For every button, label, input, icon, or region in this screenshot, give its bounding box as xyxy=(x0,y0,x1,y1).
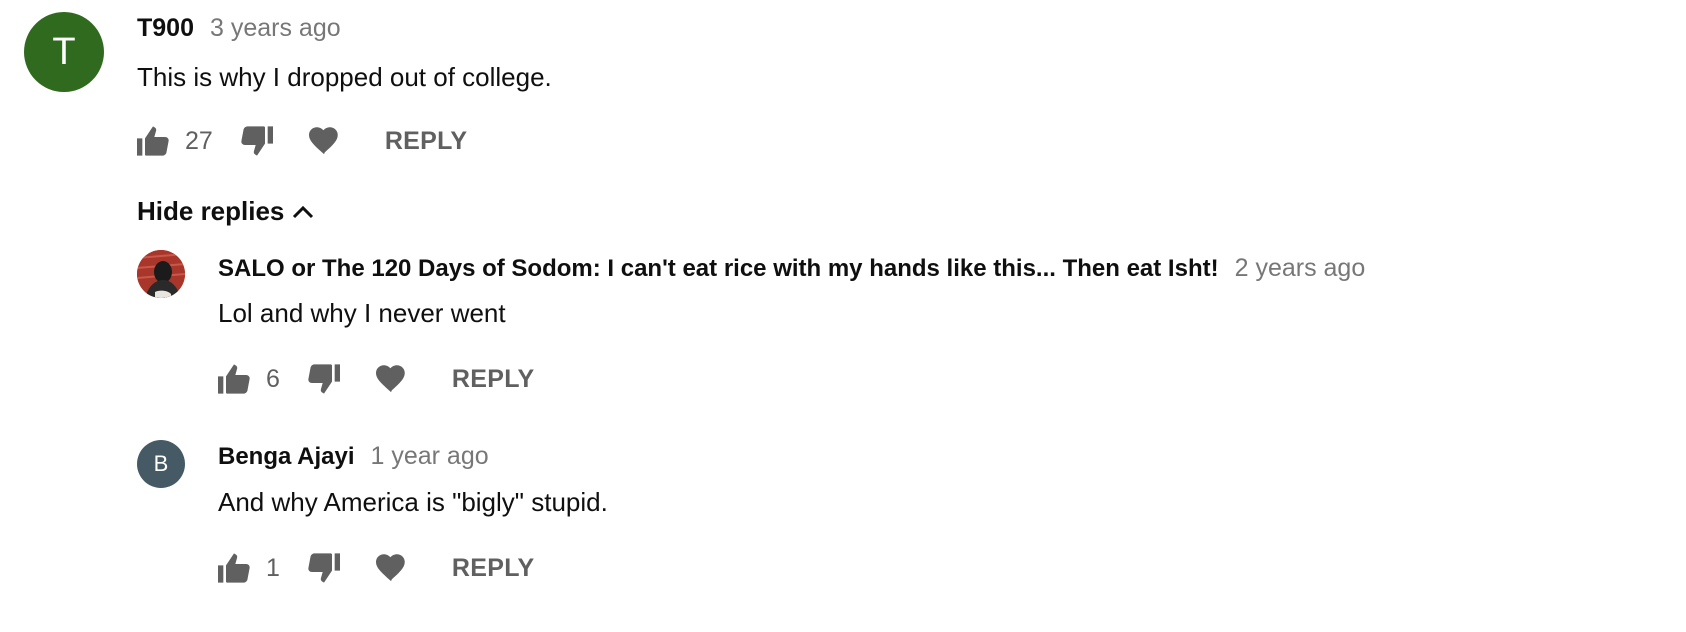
comment-header: Benga Ajayi 1 year ago xyxy=(218,442,489,471)
comment-thread: T T900 3 years ago This is why I dropped… xyxy=(0,0,1686,632)
avatar[interactable] xyxy=(137,250,185,298)
heart-icon[interactable] xyxy=(308,127,339,155)
thumbs-up-icon[interactable] xyxy=(218,553,250,583)
hide-replies-button[interactable]: Hide replies xyxy=(137,196,314,227)
avatar[interactable]: B xyxy=(137,440,185,488)
like-count: 1 xyxy=(266,553,280,582)
comment-text: This is why I dropped out of college. xyxy=(137,62,552,92)
comment-timestamp[interactable]: 2 years ago xyxy=(1235,254,1366,283)
avatar-letter: T xyxy=(52,30,76,73)
avatar-letter: B xyxy=(153,451,169,476)
reply-button[interactable]: REPLY xyxy=(452,365,535,394)
comment-text: And why America is "bigly" stupid. xyxy=(218,487,608,517)
heart-icon[interactable] xyxy=(375,365,406,393)
reply-button[interactable]: REPLY xyxy=(452,554,535,583)
reply-comment: B Benga Ajayi 1 year ago And why America… xyxy=(0,430,1686,590)
comment-timestamp[interactable]: 3 years ago xyxy=(210,14,341,43)
thumbs-up-icon[interactable] xyxy=(137,126,169,156)
thumbs-down-icon[interactable] xyxy=(241,126,273,156)
comment-author[interactable]: Benga Ajayi xyxy=(218,443,355,471)
thumbs-down-icon[interactable] xyxy=(308,364,340,394)
profile-photo xyxy=(137,250,185,298)
comment-author[interactable]: SALO or The 120 Days of Sodom: I can't e… xyxy=(218,255,1219,283)
comment-timestamp[interactable]: 1 year ago xyxy=(371,442,489,471)
thumbs-down-icon[interactable] xyxy=(308,553,340,583)
reply-comment: SALO or The 120 Days of Sodom: I can't e… xyxy=(0,240,1686,400)
like-count: 27 xyxy=(185,126,213,155)
comment-actions: 1 REPLY xyxy=(218,550,534,586)
comment-header: T900 3 years ago xyxy=(137,14,341,43)
like-count: 6 xyxy=(266,364,280,393)
comment-text: Lol and why I never went xyxy=(218,298,506,328)
hide-replies-label: Hide replies xyxy=(137,196,285,226)
comment-actions: 27 REPLY xyxy=(137,123,467,159)
comment: T T900 3 years ago This is why I dropped… xyxy=(0,0,1686,170)
comment-actions: 6 REPLY xyxy=(218,361,534,397)
comment-header: SALO or The 120 Days of Sodom: I can't e… xyxy=(218,254,1365,283)
heart-icon[interactable] xyxy=(375,554,406,582)
reply-button[interactable]: REPLY xyxy=(385,127,468,156)
thumbs-up-icon[interactable] xyxy=(218,364,250,394)
comment-author[interactable]: T900 xyxy=(137,14,194,43)
chevron-up-icon xyxy=(293,205,314,218)
avatar[interactable]: T xyxy=(24,12,104,92)
